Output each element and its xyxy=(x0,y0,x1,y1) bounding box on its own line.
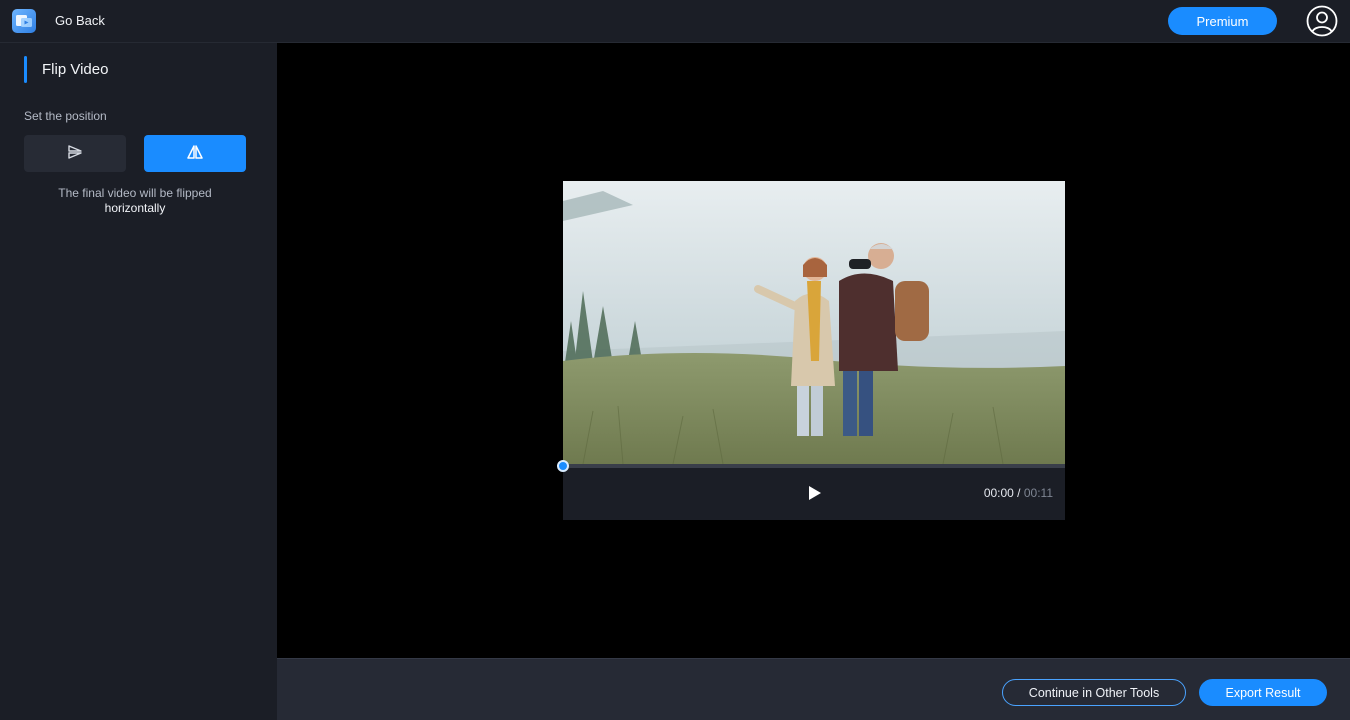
flip-horizontal-icon xyxy=(186,144,204,163)
flip-info-text: The final video will be flipped horizont… xyxy=(24,186,246,216)
video-tool-logo-icon[interactable] xyxy=(12,9,36,33)
continue-in-other-tools-button[interactable]: Continue in Other Tools xyxy=(1002,679,1186,706)
time-readout: 00:00 / 00:11 xyxy=(984,486,1053,500)
player-controls: 00:00 / 00:11 xyxy=(557,460,1065,520)
video-preview[interactable] xyxy=(563,181,1065,464)
position-label: Set the position xyxy=(24,109,107,123)
flip-horizontal-button[interactable] xyxy=(144,135,246,172)
flip-direction: horizontally xyxy=(104,201,166,215)
settings-panel: Flip Video Set the position The final vi… xyxy=(0,43,277,720)
title-accent-bar xyxy=(24,56,27,83)
top-bar: Go Back Premium xyxy=(0,0,1350,43)
play-icon[interactable] xyxy=(804,484,824,502)
time-separator: / xyxy=(1013,486,1024,500)
user-avatar-icon[interactable] xyxy=(1306,5,1338,37)
current-time: 00:00 xyxy=(983,486,1014,500)
flip-vertical-button[interactable] xyxy=(24,135,126,172)
flip-vertical-icon xyxy=(67,144,83,163)
bottom-action-bar: Continue in Other Tools Export Result xyxy=(277,658,1350,720)
go-back-link[interactable]: Go Back xyxy=(55,13,105,28)
export-result-button[interactable]: Export Result xyxy=(1199,679,1327,706)
flip-info-line: The final video will be flipped xyxy=(58,186,212,200)
progress-thumb[interactable] xyxy=(557,460,569,472)
premium-button[interactable]: Premium xyxy=(1168,7,1277,35)
panel-title: Flip Video xyxy=(42,61,109,78)
total-time: 00:11 xyxy=(1023,486,1053,500)
progress-track[interactable] xyxy=(557,460,1065,472)
